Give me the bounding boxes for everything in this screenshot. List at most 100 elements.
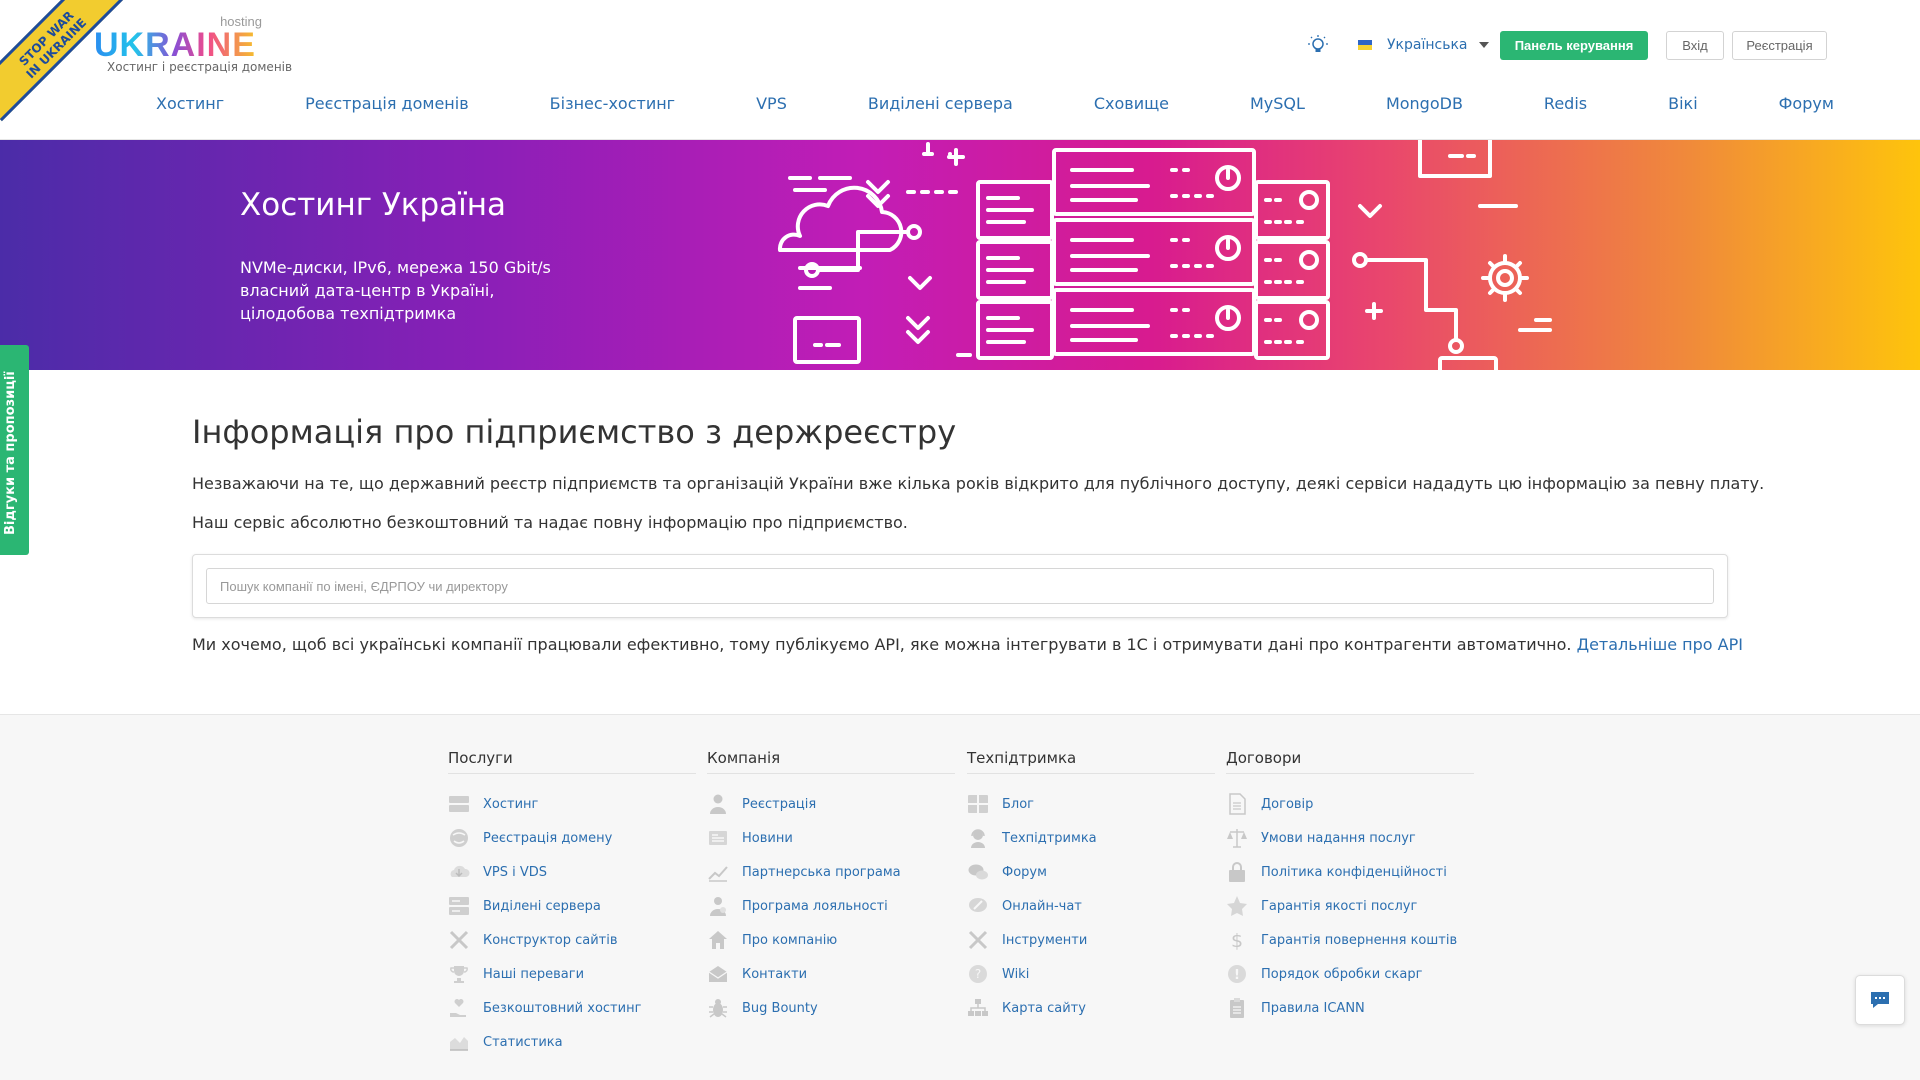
feedback-tab[interactable]: Відгуки та пропозиції [0,345,29,555]
footer-col-company: Компанія Реєстрація Новини Партнерська п… [707,749,955,1025]
nav-storage[interactable]: Сховище [1058,94,1205,113]
footer-link-support[interactable]: Техпідтримка [967,821,1215,855]
svg-text:$: $ [1231,930,1243,951]
lock-icon [1226,861,1248,883]
footer-link-hosting[interactable]: Хостинг [448,787,696,821]
company-search-input[interactable] [206,568,1714,604]
footer-link-bug-bounty[interactable]: Bug Bounty [707,991,955,1025]
footer-link-label: Bug Bounty [742,1000,818,1016]
logo-subtitle: Хостинг і реєстрація доменів [107,60,293,74]
footer-link-contacts[interactable]: Контакти [707,957,955,991]
exclamation-icon: ! [1226,963,1248,985]
nav-redis[interactable]: Redis [1508,94,1623,113]
register-button[interactable]: Реєстрація [1732,31,1827,60]
footer-link-contract[interactable]: Договір [1226,787,1474,821]
footer-link-label: Wiki [1002,966,1030,982]
footer-col-title: Техпідтримка [967,749,1215,774]
footer-link-registration[interactable]: Реєстрація [707,787,955,821]
chart-area-icon [448,1031,470,1053]
chevron-down-icon [1479,42,1490,48]
home-icon [707,929,729,951]
control-panel-button[interactable]: Панель керування [1500,31,1648,60]
footer-link-label: Техпідтримка [1002,830,1097,846]
nav-hosting[interactable]: Хостинг [120,94,260,113]
nav-domain-registration[interactable]: Реєстрація доменів [269,94,505,113]
footer-link-terms[interactable]: Умови надання послуг [1226,821,1474,855]
free-service-paragraph: Наш сервіс абсолютно безкоштовний та над… [192,513,908,532]
footer-link-label: Контакти [742,966,808,982]
footer-link-dedicated[interactable]: Виділені сервера [448,889,696,923]
footer-link-loyalty[interactable]: Програма лояльності [707,889,955,923]
footer-link-tools[interactable]: Інструменти [967,923,1215,957]
footer-link-free-hosting[interactable]: Безкоштовний хостинг [448,991,696,1025]
footer-link-label: VPS і VDS [483,864,548,880]
footer-link-site-builder[interactable]: Конструктор сайтів [448,923,696,957]
footer-link-partners[interactable]: Партнерська програма [707,855,955,889]
envelope-icon [707,963,729,985]
nav-business-hosting[interactable]: Бізнес-хостинг [514,94,711,113]
footer-link-quality[interactable]: Гарантія якості послуг [1226,889,1474,923]
footer-link-vps[interactable]: VPS і VDS [448,855,696,889]
top-tools: Українська Панель керування Вхід Реєстра… [1225,31,1920,61]
footer-link-label: Гарантія повернення коштів [1261,932,1458,948]
site-footer: Послуги Хостинг Реєстрація домену VPS і … [0,714,1920,1080]
footer-col-title: Послуги [448,749,696,774]
footer-link-refund[interactable]: $ Гарантія повернення коштів [1226,923,1474,957]
nav-mongodb[interactable]: MongoDB [1350,94,1499,113]
newspaper-icon [707,827,729,849]
server-rack-icon [448,895,470,917]
footer-link-label: Виділені сервера [483,898,601,914]
footer-link-about[interactable]: Про компанію [707,923,955,957]
footer-link-icann[interactable]: Правила ICANN [1226,991,1474,1025]
language-selector[interactable]: Українська [1358,37,1490,53]
nav-wiki[interactable]: Вікі [1632,94,1734,113]
footer-link-wiki[interactable]: ? Wiki [967,957,1215,991]
nav-forum[interactable]: Форум [1743,94,1870,113]
headset-icon [967,827,989,849]
footer-link-online-chat[interactable]: Онлайн-чат [967,889,1215,923]
nav-mysql[interactable]: MySQL [1214,94,1341,113]
grid-icon [967,793,989,815]
main-nav: Хостинг Реєстрація доменів Бізнес-хостин… [120,94,1870,113]
footer-col-support: Техпідтримка Блог Техпідтримка Форум Онл… [967,749,1215,1025]
footer-link-sitemap[interactable]: Карта сайту [967,991,1215,1025]
footer-link-label: Онлайн-чат [1002,898,1082,914]
footer-link-privacy[interactable]: Політика конфіденційності [1226,855,1474,889]
footer-link-label: Наші переваги [483,966,585,982]
api-paragraph-text: Ми хочемо, щоб всі українські компанії п… [192,635,1572,654]
footer-link-blog[interactable]: Блог [967,787,1215,821]
hero-title: Хостинг Україна [240,187,507,223]
svg-text:?: ? [975,967,981,981]
nav-vps[interactable]: VPS [720,94,823,113]
line-chart-icon [707,861,729,883]
footer-link-news[interactable]: Новини [707,821,955,855]
svg-text:!: ! [1234,968,1240,983]
tools-icon [448,929,470,951]
footer-link-advantages[interactable]: Наші переваги [448,957,696,991]
bug-icon [707,997,729,1019]
footer-link-label: Хостинг [483,796,539,812]
site-header: hosting UKRAINE Хостинг і реєстрація дом… [0,0,1920,140]
footer-col-services: Послуги Хостинг Реєстрація домену VPS і … [448,749,696,1059]
sitemap-icon [967,997,989,1019]
site-logo[interactable]: hosting UKRAINE Хостинг і реєстрація дом… [94,14,294,74]
clipboard-icon [1226,997,1248,1019]
live-chat-button[interactable] [1855,975,1905,1025]
trophy-icon [448,963,470,985]
footer-link-label: Політика конфіденційності [1261,864,1447,880]
footer-link-domain[interactable]: Реєстрація домену [448,821,696,855]
footer-link-forum[interactable]: Форум [967,855,1215,889]
footer-link-label: Умови надання послуг [1261,830,1416,846]
footer-link-label: Правила ICANN [1261,1000,1365,1016]
login-button[interactable]: Вхід [1666,31,1724,60]
footer-link-stats[interactable]: Статистика [448,1025,696,1059]
footer-link-label: Інструменти [1002,932,1088,948]
lightbulb-icon[interactable] [1308,35,1328,57]
ukraine-flag-icon [1358,40,1372,50]
nav-dedicated-servers[interactable]: Виділені сервера [832,94,1049,113]
search-panel [192,554,1728,618]
footer-link-label: Новини [742,830,793,846]
footer-link-label: Карта сайту [1002,1000,1086,1016]
footer-link-complaints[interactable]: ! Порядок обробки скарг [1226,957,1474,991]
api-details-link[interactable]: Детальніше про API [1577,635,1743,654]
